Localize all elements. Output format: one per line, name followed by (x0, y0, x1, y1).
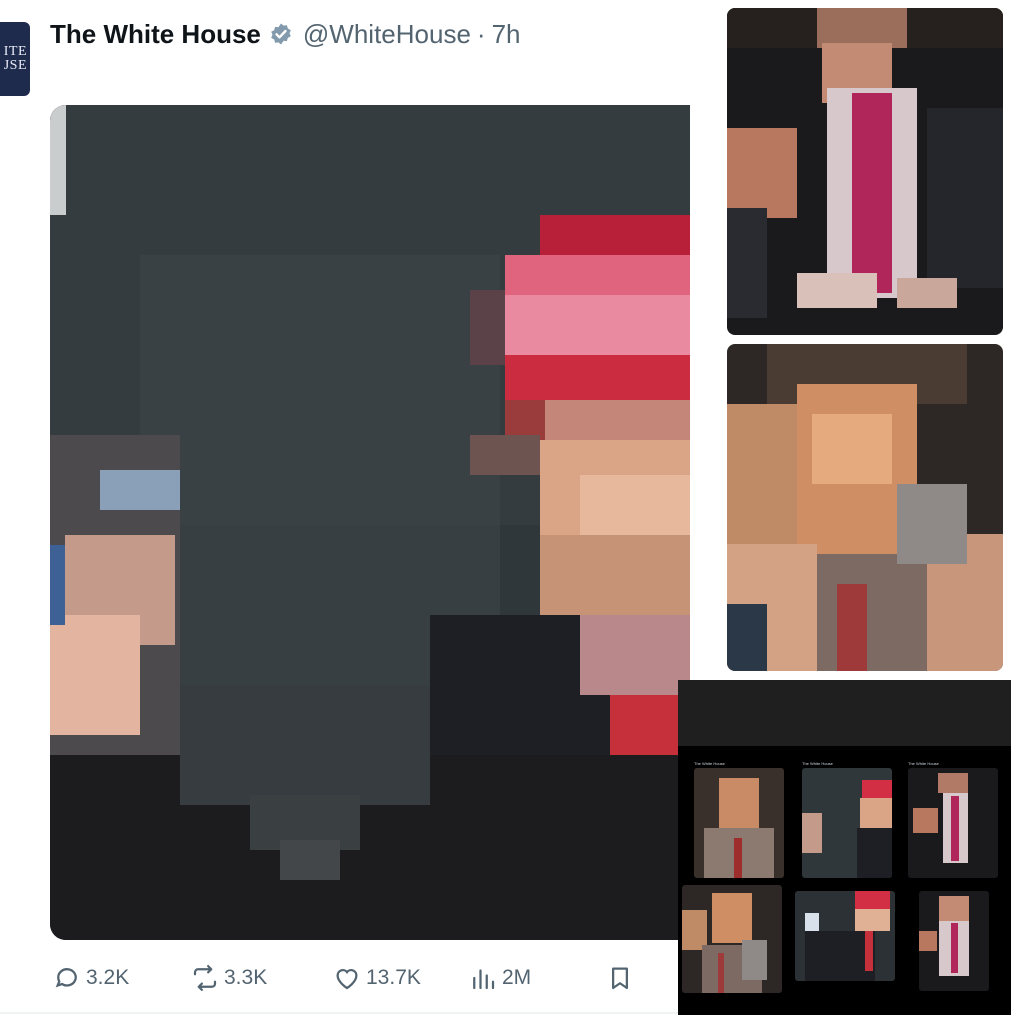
collage-photo (919, 891, 989, 991)
side-image-middle[interactable] (727, 344, 1003, 671)
account-name[interactable]: The White House (50, 19, 261, 50)
collage-image[interactable]: The White House The White House The Whit… (678, 680, 1011, 1015)
divider (0, 1012, 690, 1014)
tweet-card: ITE JSE The White House @WhiteHouse · 7h (0, 0, 690, 1024)
side-image-top[interactable] (727, 8, 1003, 335)
collage-photo (802, 768, 892, 878)
avatar-text-bottom: JSE (3, 58, 27, 73)
tweet-actions: 3.2K 3.3K 13.7K 2M (50, 955, 690, 1003)
bookmark-icon (612, 967, 628, 990)
views-button[interactable]: 2M (468, 963, 531, 993)
reply-bubble-icon (55, 968, 77, 988)
bookmark-button[interactable] (605, 963, 639, 993)
collage-header-2: The White House (802, 761, 833, 766)
collage-header-1: The White House (694, 761, 725, 766)
view-count: 2M (502, 966, 532, 989)
bar-chart-icon (473, 969, 495, 990)
tweet-media-image[interactable] (50, 105, 690, 940)
heart-icon (336, 969, 358, 990)
like-count: 13.7K (366, 966, 421, 989)
collage-header-3: The White House (908, 761, 939, 766)
collage-header-bar (678, 680, 1011, 746)
account-handle[interactable]: @WhiteHouse (303, 19, 471, 50)
reply-count: 3.2K (86, 966, 130, 989)
collage-photo (795, 891, 895, 981)
reply-button[interactable]: 3.2K (52, 963, 129, 993)
repost-arrows-icon (193, 965, 217, 991)
avatar-text-top: ITE (3, 44, 27, 59)
repost-count: 3.3K (224, 966, 268, 989)
post-time[interactable]: 7h (492, 19, 521, 50)
like-button[interactable]: 13.7K (332, 963, 421, 993)
collage-photo (694, 768, 784, 878)
verified-badge-icon (269, 22, 293, 46)
tweet-header: The White House @WhiteHouse · 7h (50, 14, 521, 54)
repost-button[interactable]: 3.3K (190, 963, 267, 993)
avatar[interactable]: ITE JSE (0, 22, 30, 96)
collage-photo (908, 768, 998, 878)
header-separator: · (476, 18, 486, 49)
collage-photo (682, 885, 782, 993)
